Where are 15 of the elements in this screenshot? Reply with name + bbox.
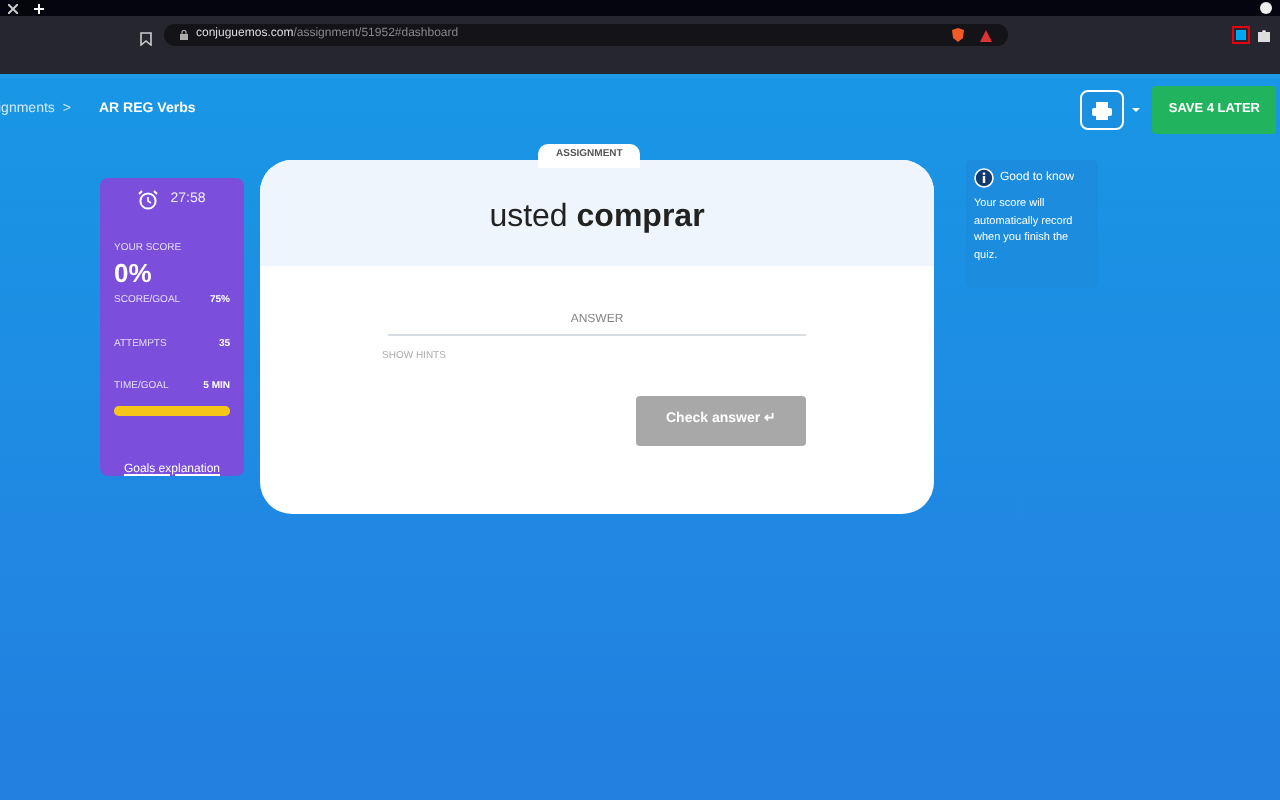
caret-icon[interactable] xyxy=(1132,108,1141,112)
close-icon[interactable] xyxy=(8,3,18,13)
shield-icon[interactable] xyxy=(952,28,964,42)
extension-icon[interactable] xyxy=(1232,26,1250,44)
profile-icon[interactable] xyxy=(1260,2,1272,14)
lock-icon xyxy=(180,30,188,40)
print-button[interactable] xyxy=(1080,90,1125,130)
bookmark-icon[interactable] xyxy=(140,32,152,46)
score-value: 0% xyxy=(114,260,154,286)
plus-icon[interactable] xyxy=(34,3,44,13)
triangle-icon[interactable] xyxy=(980,29,992,41)
info-icon xyxy=(974,168,994,188)
printer-icon xyxy=(1092,101,1113,119)
question-prompt: usted comprar xyxy=(489,197,705,237)
alarm-clock-icon xyxy=(138,190,159,211)
